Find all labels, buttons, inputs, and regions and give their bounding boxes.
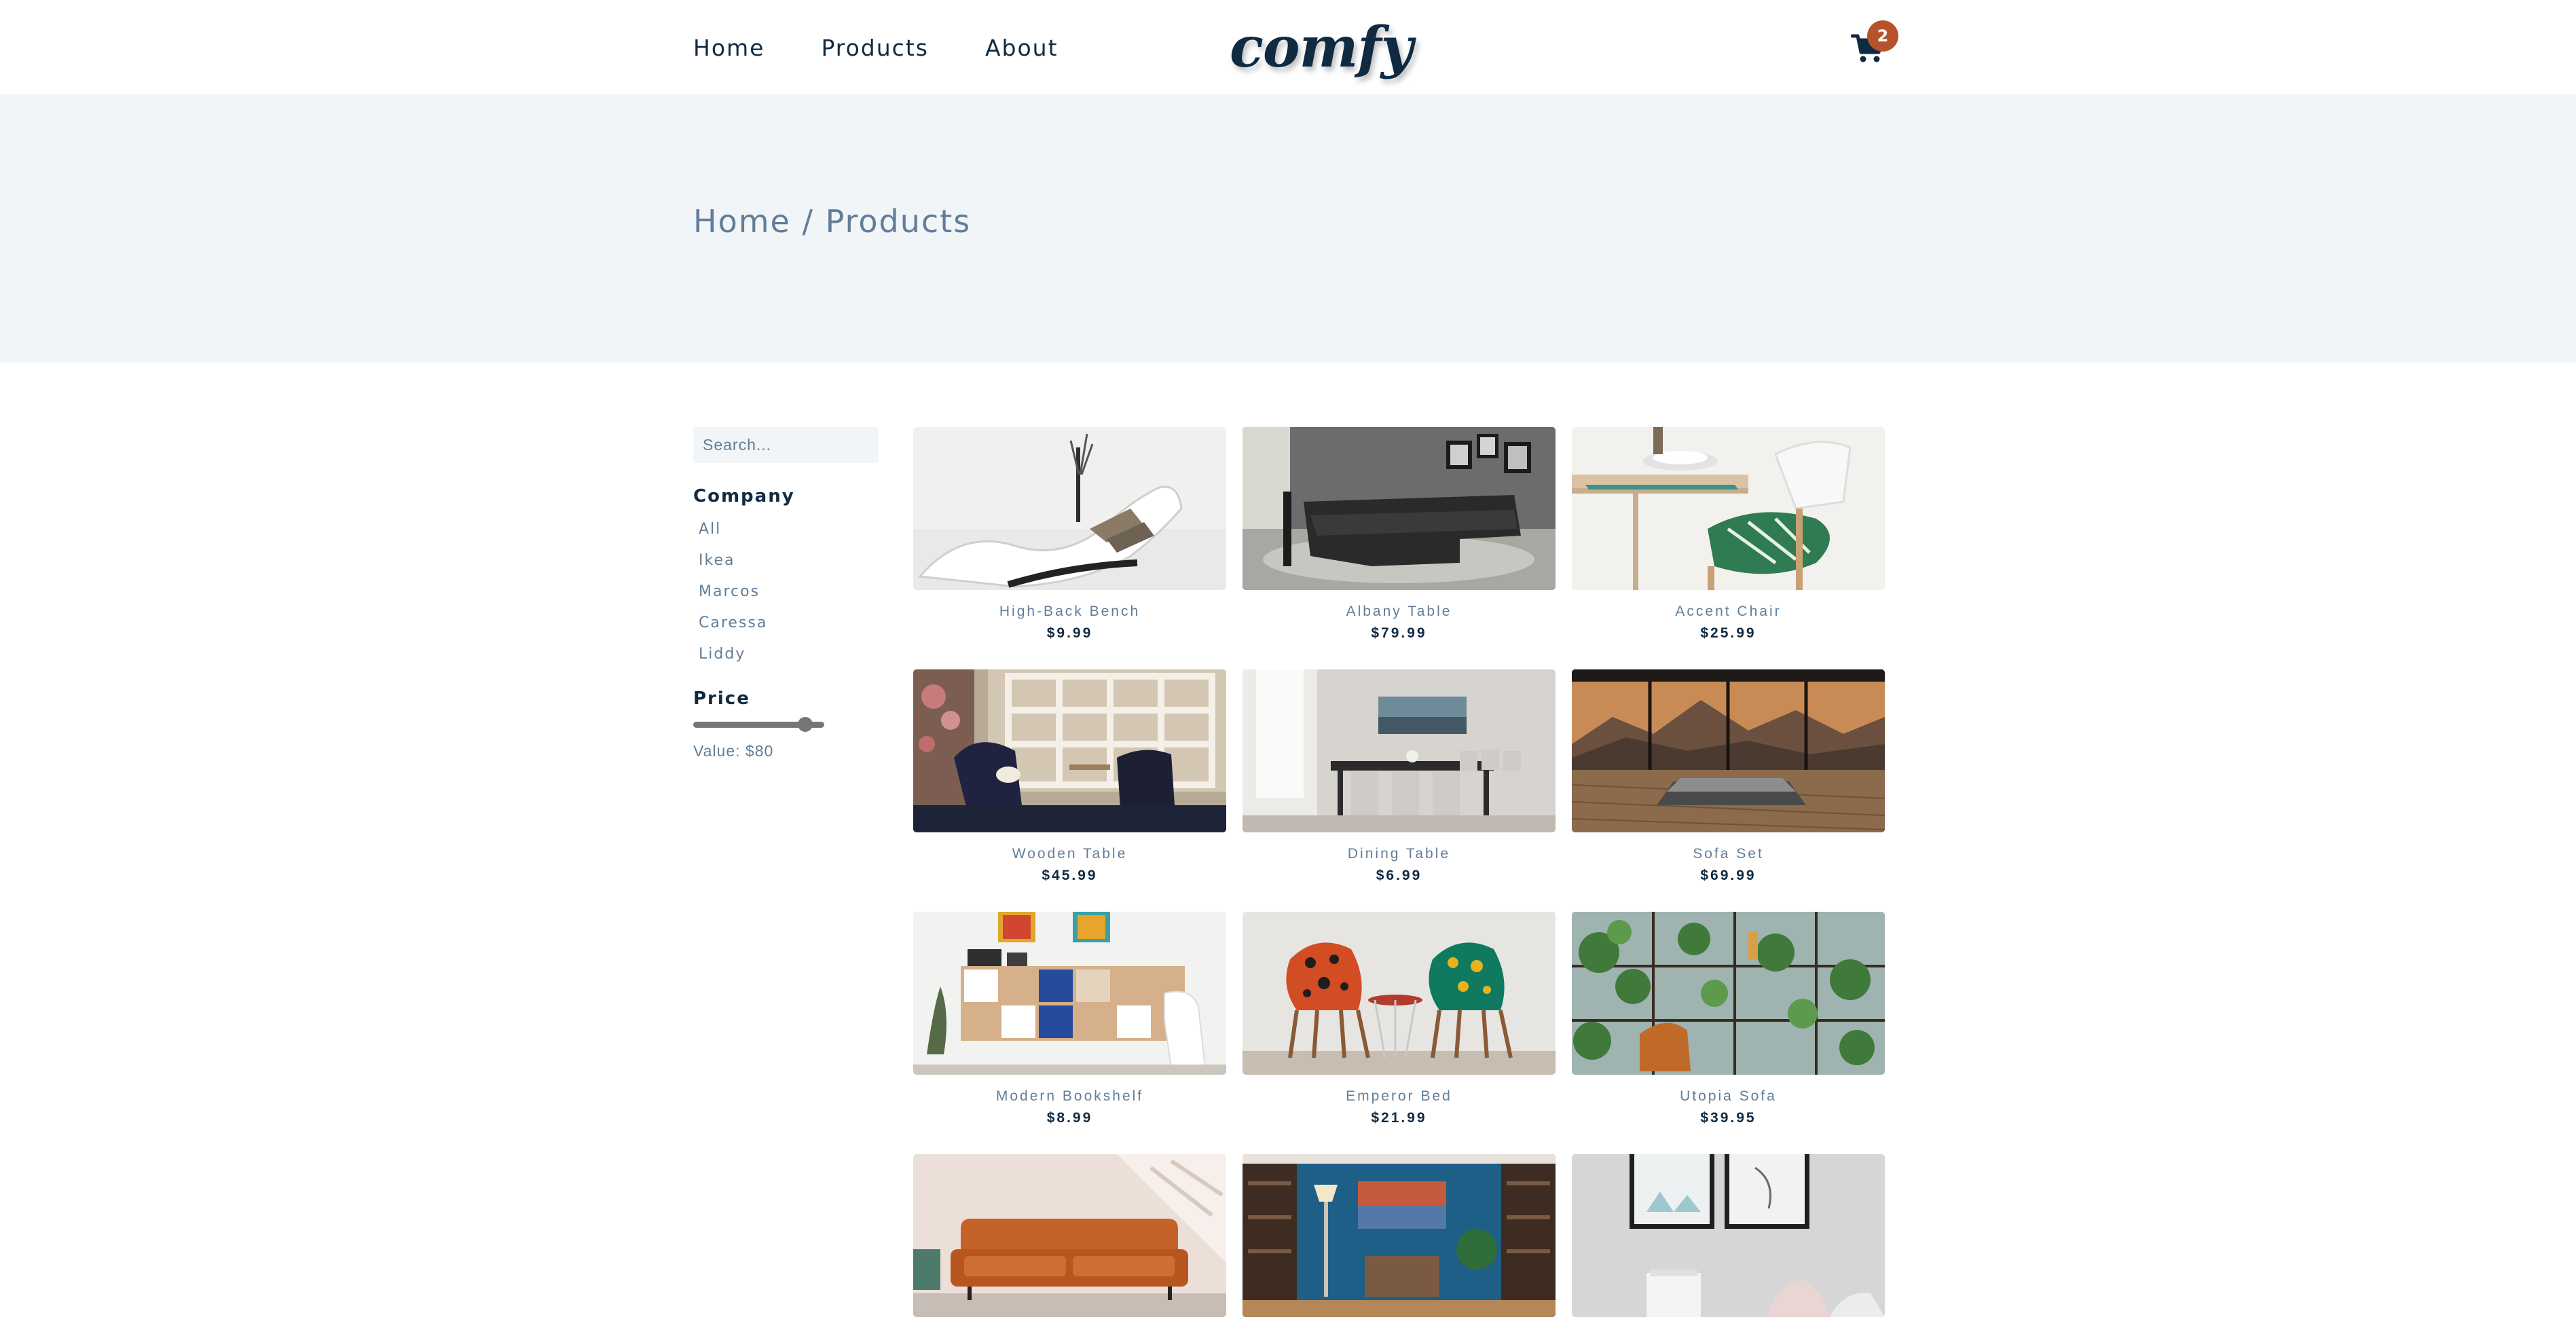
product-image[interactable]	[913, 669, 1226, 832]
product-image[interactable]	[1572, 427, 1885, 590]
product-price: $8.99	[1046, 1110, 1093, 1126]
product-card[interactable]: Accent Chair $25.99	[1572, 427, 1885, 641]
product-name: High-Back Bench	[999, 604, 1141, 619]
company-filter-liddy[interactable]: Liddy	[699, 639, 746, 670]
product-price: $69.99	[1700, 868, 1756, 883]
product-card[interactable]: Emperor Bed $21.99	[1243, 912, 1556, 1126]
company-filter-ikea[interactable]: Ikea	[699, 545, 735, 576]
product-name: Sofa Set	[1693, 846, 1764, 862]
product-card[interactable]	[1243, 1154, 1556, 1317]
product-price: $9.99	[1046, 625, 1093, 641]
nav-links: Home Products About	[693, 31, 1059, 65]
hero-banner: Home / Products	[0, 94, 2576, 363]
product-name: Albany Table	[1346, 604, 1452, 619]
cart-count-badge: 2	[1867, 20, 1898, 52]
product-image[interactable]	[913, 427, 1226, 590]
company-heading: Company	[693, 486, 795, 506]
product-image[interactable]	[1572, 1154, 1885, 1317]
product-card[interactable]: Sofa Set $69.99	[1572, 669, 1885, 883]
breadcrumb: Home / Products	[693, 203, 972, 240]
product-image[interactable]	[913, 912, 1226, 1075]
cart-button[interactable]: 2	[1851, 20, 1898, 68]
logo[interactable]: comfy	[1230, 15, 1413, 80]
product-card[interactable]: Wooden Table $45.99	[913, 669, 1226, 883]
product-name: Wooden Table	[1012, 846, 1128, 862]
product-image[interactable]	[1243, 912, 1556, 1075]
product-price: $25.99	[1700, 625, 1756, 641]
product-image[interactable]	[1243, 669, 1556, 832]
navbar: Home Products About comfy 2	[0, 0, 2576, 94]
company-filter-marcos[interactable]: Marcos	[699, 576, 760, 608]
product-card[interactable]: Modern Bookshelf $8.99	[913, 912, 1226, 1126]
product-card[interactable]: High-Back Bench $9.99	[913, 427, 1226, 641]
price-value: Value: $80	[693, 742, 774, 760]
product-price: $21.99	[1371, 1110, 1427, 1126]
product-image[interactable]	[1243, 427, 1556, 590]
product-price: $39.95	[1700, 1110, 1756, 1126]
price-heading: Price	[693, 688, 750, 709]
price-slider-thumb[interactable]	[797, 717, 813, 732]
product-name: Utopia Sofa	[1680, 1088, 1777, 1104]
product-name: Dining Table	[1347, 846, 1451, 862]
price-slider[interactable]	[693, 717, 824, 732]
product-name: Emperor Bed	[1346, 1088, 1452, 1104]
search-input[interactable]	[693, 427, 879, 463]
product-name: Accent Chair	[1675, 604, 1782, 619]
product-image[interactable]	[1572, 912, 1885, 1075]
product-card[interactable]	[1572, 1154, 1885, 1317]
product-price: $45.99	[1042, 868, 1098, 883]
product-price: $79.99	[1371, 625, 1427, 641]
product-card[interactable]	[913, 1154, 1226, 1317]
company-filter-all[interactable]: All	[699, 514, 721, 545]
product-image[interactable]	[1572, 669, 1885, 832]
product-name: Modern Bookshelf	[995, 1088, 1144, 1104]
nav-link-about[interactable]: About	[985, 31, 1059, 65]
product-image[interactable]	[913, 1154, 1226, 1317]
nav-link-products[interactable]: Products	[821, 31, 929, 65]
product-card[interactable]: Albany Table $79.99	[1243, 427, 1556, 641]
product-card[interactable]: Utopia Sofa $39.95	[1572, 912, 1885, 1126]
product-card[interactable]: Dining Table $6.99	[1243, 669, 1556, 883]
product-image[interactable]	[1243, 1154, 1556, 1317]
nav-link-home[interactable]: Home	[693, 31, 765, 65]
product-price: $6.99	[1376, 868, 1422, 883]
company-filter-caressa[interactable]: Caressa	[699, 608, 767, 639]
company-list: All Ikea Marcos Caressa Liddy	[699, 514, 767, 670]
